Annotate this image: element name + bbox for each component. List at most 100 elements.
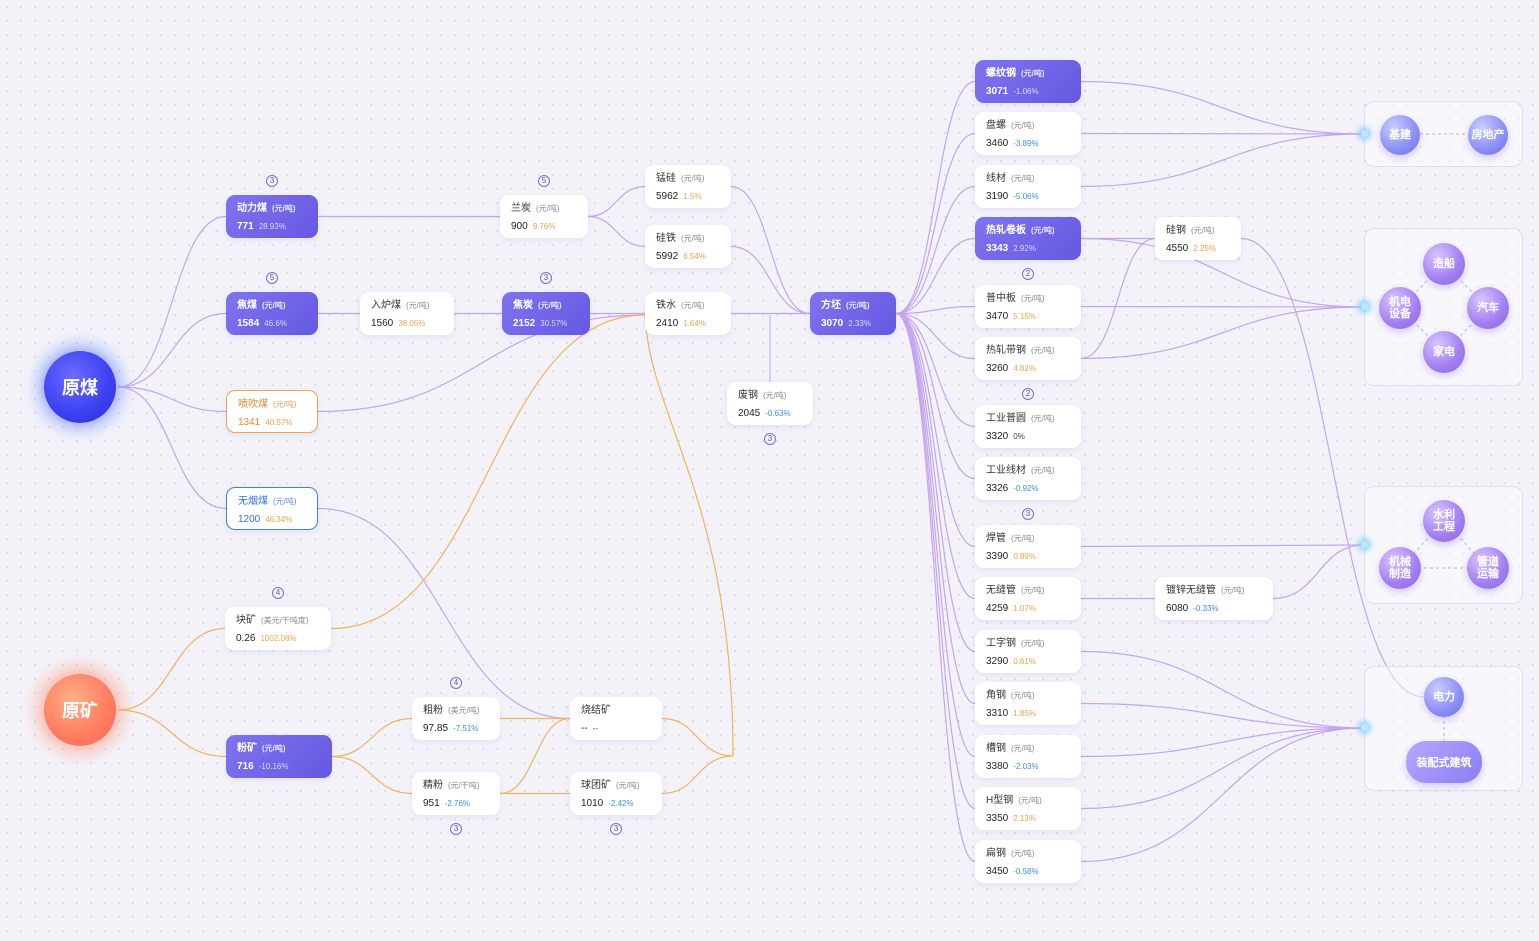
industry-shipbuilding[interactable]: 造船 [1423,243,1465,285]
node-change: 0.61% [1013,657,1036,666]
node-kuaikuang[interactable]: 块矿 (美元/干吨度) 0.26 1002.08% [225,607,331,650]
node-mengui[interactable]: 锰硅 (元/吨) 5962 1.5% [645,165,731,208]
count-badge[interactable]: 5 [266,272,278,284]
node-hxinggang[interactable]: H型钢 (元/吨) 3350 2.13% [975,787,1081,830]
node-donglimei[interactable]: 动力煤 (元/吨) 771 28.93% [226,195,318,238]
count-badge[interactable]: 3 [1022,508,1034,520]
count-badge[interactable]: 4 [272,587,284,599]
node-duxinwufengguan[interactable]: 镀锌无缝管 (元/吨) 6080 -0.33% [1155,577,1273,620]
industry-automotive[interactable]: 汽车 [1467,287,1509,329]
node-change: 0% [1013,432,1025,441]
node-change: 1002.08% [260,634,297,643]
node-change: -0.58% [1013,867,1039,876]
node-change: 6.54% [683,252,706,261]
node-name: 球团矿 [581,780,611,791]
node-fangpi[interactable]: 方坯 (元/吨) 3070 2.33% [810,292,896,335]
industry-real-estate[interactable]: 房地产 [1468,115,1508,155]
count-badge[interactable]: 3 [540,272,552,284]
link-line [895,132,976,315]
count-badge[interactable]: 5 [538,175,550,187]
node-unit: (元/吨) [681,174,705,183]
industry-appliances[interactable]: 家电 [1423,331,1465,373]
node-jiaomei[interactable]: 焦煤 (元/吨) 1584 46.6% [226,292,318,335]
node-panluo[interactable]: 盘螺 (元/吨) 3460 -3.89% [975,112,1081,155]
node-guigang[interactable]: 硅钢 (元/吨) 4550 2.25% [1155,217,1241,260]
node-jiaotan[interactable]: 焦炭 (元/吨) 2152 30.57% [502,292,590,335]
industry-prefab-building[interactable]: 装配式建筑 [1406,741,1482,783]
node-unit: (元/吨) [273,497,297,506]
node-gongyexiancai[interactable]: 工业线材 (元/吨) 3326 -0.92% [975,457,1081,500]
node-change: 46.34% [265,515,293,524]
node-biangang[interactable]: 扁钢 (元/吨) 3450 -0.58% [975,840,1081,883]
node-unit: (元/吨) [273,400,297,409]
node-name: 热轧卷板 [986,225,1026,236]
node-name: 焦炭 [513,300,533,311]
node-change: -2.42% [608,799,634,808]
node-tieshui[interactable]: 铁水 (元/吨) 2410 1.64% [645,292,731,335]
node-price: 2045 [738,408,761,419]
node-ruluomei[interactable]: 入炉煤 (元/吨) 1560 38.05% [360,292,454,335]
count-badge[interactable]: 2 [1022,268,1034,280]
node-name: 无烟煤 [238,496,268,507]
node-caogang[interactable]: 槽钢 (元/吨) 3380 -2.03% [975,735,1081,778]
node-hanguan[interactable]: 焊管 (元/吨) 3390 0.89% [975,525,1081,568]
node-unit: (美元/干吨度) [261,616,309,625]
node-change: 1.5% [683,192,702,201]
node-name: 精粉 [423,780,443,791]
node-lantan[interactable]: 兰炭 (元/吨) 900 9.76% [500,195,588,238]
link-line [1080,544,1365,548]
node-change: -2.03% [1013,762,1039,771]
node-xiancai[interactable]: 线材 (元/吨) 3190 -5.06% [975,165,1081,208]
node-name: 槽钢 [986,743,1006,754]
link-line [1080,702,1365,729]
node-wuyanmei[interactable]: 无烟煤 (元/吨) 1200 46.34% [226,487,318,530]
industry-machinery[interactable]: 机械 制造 [1379,547,1421,589]
node-wufengguan[interactable]: 无缝管 (元/吨) 4259 1.07% [975,577,1081,620]
link-line [330,314,646,630]
node-price: 3070 [821,318,844,329]
node-fenkuang[interactable]: 粉矿 (元/吨) 716 -10.16% [226,735,332,778]
node-rezhajuanban[interactable]: 热轧卷板 (元/吨) 3343 2.92% [975,217,1081,260]
link-line [895,312,976,360]
industry-pipeline[interactable]: 管道 运输 [1467,547,1509,589]
node-cufen[interactable]: 粗粉 (美元/吨) 97.85 -7.51% [412,697,500,740]
link-line [1080,306,1365,360]
node-shaojiekuang[interactable]: 烧结矿 -- -- [570,697,662,740]
industry-infrastructure[interactable]: 基建 [1380,115,1420,155]
ore-source-node[interactable]: 原矿 [44,674,116,746]
link-line [587,215,646,248]
node-price: 3450 [986,866,1009,877]
node-unit: (元/吨) [1031,346,1055,355]
node-name: 无缝管 [986,585,1016,596]
node-name: 铁水 [656,300,676,311]
node-feigang[interactable]: 废钢 (元/吨) 2045 -0.63% [727,382,813,425]
node-penchuimei[interactable]: 喷吹煤 (元/吨) 1341 40.57% [226,390,318,433]
count-badge[interactable]: 3 [610,823,622,835]
node-jingfen[interactable]: 精粉 (元/干吨) 951 -2.76% [412,772,500,815]
node-name: 喷吹煤 [238,399,268,410]
node-price: 3290 [986,656,1009,667]
node-puzhongban[interactable]: 普中板 (元/吨) 3470 5.15% [975,285,1081,328]
industry-electromechanical[interactable]: 机电 设备 [1379,287,1421,329]
node-qiutuankuang[interactable]: 球团矿 (元/吨) 1010 -2.42% [570,772,662,815]
node-name: 焦煤 [237,300,257,311]
industry-water-conservancy[interactable]: 水利 工程 [1423,500,1465,542]
node-gongyepuyuan[interactable]: 工业普圆 (元/吨) 3320 0% [975,405,1081,448]
node-jiaogang[interactable]: 角钢 (元/吨) 3310 1.85% [975,682,1081,725]
node-guitie[interactable]: 硅铁 (元/吨) 5992 6.54% [645,225,731,268]
node-gongzigang[interactable]: 工字钢 (元/吨) 3290 0.61% [975,630,1081,673]
count-badge[interactable]: 3 [764,433,776,445]
count-badge[interactable]: 4 [450,677,462,689]
node-unit: (元/吨) [1011,174,1035,183]
count-badge[interactable]: 3 [266,175,278,187]
node-name: 硅铁 [656,233,676,244]
node-rezhadaigang[interactable]: 热轧带钢 (元/吨) 3260 4.82% [975,337,1081,380]
link-line [661,717,734,757]
node-luowengang[interactable]: 螺纹钢 (元/吨) 3071 -1.06% [975,60,1081,103]
link-line [117,312,227,388]
endpoint-dot [1361,130,1368,137]
coal-source-node[interactable]: 原煤 [44,351,116,423]
count-badge[interactable]: 3 [450,823,462,835]
count-badge[interactable]: 2 [1022,388,1034,400]
industry-power[interactable]: 电力 [1424,677,1464,717]
